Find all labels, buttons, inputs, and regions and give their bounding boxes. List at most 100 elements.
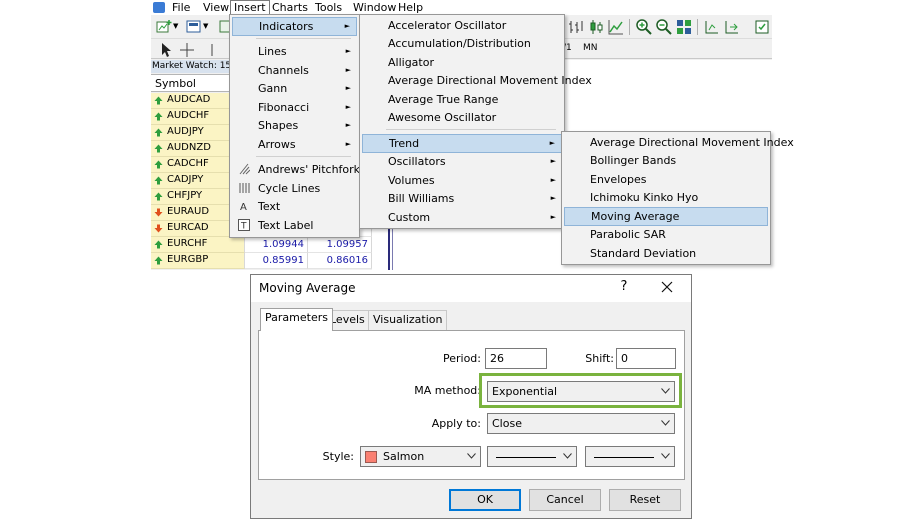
menu-tools[interactable]: Tools [312,0,345,15]
menu-charts[interactable]: Charts [269,0,311,15]
table-row[interactable]: EURGBP 0.85991 0.86016 [151,253,372,269]
menu-item-label: Cycle Lines [258,182,321,195]
indicators-menu-item-average-directional-movement-index[interactable]: Average Directional Movement Index [362,71,592,90]
indicators-menu-item-oscillators[interactable]: Oscillators ► [362,152,562,171]
menu-item-label: Text Label [258,219,314,232]
indicators-submenu: Accelerator Oscillator Accumulation/Distr… [359,14,592,229]
symbol-name: CADJPY [167,174,204,185]
trend-menu-item-moving-average[interactable]: Moving Average [564,207,768,226]
close-icon[interactable] [659,279,675,295]
indicators-menu-item-trend[interactable]: Trend ► [362,134,562,153]
symbol-name: EURCAD [167,222,209,233]
insert-menu-item-text[interactable]: A Text [232,197,357,216]
insert-menu-item-channels[interactable]: Channels ► [232,61,357,80]
tab-parameters[interactable]: Parameters [260,308,333,331]
shift-input[interactable]: 0 [616,348,676,369]
reset-button[interactable]: Reset [609,489,681,511]
insert-menu-item-indicators[interactable]: Indicators ► [232,17,357,36]
menu-separator [386,129,556,130]
menu-item-label: Fibonacci [258,101,310,114]
submenu-arrow-icon: ► [345,47,351,55]
ok-button[interactable]: OK [449,489,521,511]
cursor-icon[interactable] [157,41,175,59]
svg-text:T: T [240,222,247,232]
indicators-menu-item-volumes[interactable]: Volumes ► [362,171,562,190]
insert-menu-item-text-label[interactable]: T Text Label [232,216,357,235]
insert-menu-item-arrows[interactable]: Arrows ► [232,135,357,154]
menu-view[interactable]: View [200,0,232,15]
arrow-down-icon [154,208,163,217]
indicators-menu-item-bill-williams[interactable]: Bill Williams ► [362,189,562,208]
indicators-menu-item-custom[interactable]: Custom ► [362,208,562,227]
line-chart-icon[interactable] [607,18,625,36]
insert-menu-item-andrews-pitchfork[interactable]: Andrews' Pitchfork [232,160,360,179]
insert-menu-item-lines[interactable]: Lines ► [232,42,357,61]
color-swatch [365,451,377,463]
indicators-menu-item-alligator[interactable]: Alligator [362,53,562,72]
app-icon [153,2,165,13]
menu-item-label: Accumulation/Distribution [388,37,531,50]
menu-help[interactable]: Help [395,0,426,15]
style-label: Style: [322,450,354,463]
trend-menu-item-ichimoku-kinko-hyo[interactable]: Ichimoku Kinko Hyo [564,188,768,207]
cancel-button[interactable]: Cancel [529,489,601,511]
style-color-select[interactable]: Salmon [360,446,481,467]
trend-menu-item-envelopes[interactable]: Envelopes [564,170,768,189]
table-row[interactable]: EURCHF 1.09944 1.09957 [151,237,372,253]
new-chart-icon[interactable] [155,18,173,36]
symbol-name: AUDCHF [167,110,210,121]
tile-windows-icon[interactable] [675,18,693,36]
profiles-icon[interactable] [185,18,203,36]
style-color-value: Salmon [383,450,425,463]
insert-menu-item-cycle-lines[interactable]: Cycle Lines [232,179,357,198]
new-chart-dropdown-icon[interactable]: ▼ [173,22,178,30]
menu-item-label: Bill Williams [388,192,455,205]
menu-item-label: Bollinger Bands [590,154,677,167]
crosshair-icon[interactable] [178,41,196,59]
menu-item-label: Ichimoku Kinko Hyo [590,191,699,204]
help-button[interactable]: ? [617,279,631,294]
insert-menu-item-fibonacci[interactable]: Fibonacci ► [232,98,357,117]
indicators-menu-item-accumulation-distribution[interactable]: Accumulation/Distribution [362,34,562,53]
submenu-arrow-icon: ► [550,213,556,221]
profiles-dropdown-icon[interactable]: ▼ [203,22,208,30]
text-label-icon: T [238,219,250,231]
insert-menu-item-gann[interactable]: Gann ► [232,79,357,98]
expert-advisor-icon[interactable] [753,18,771,36]
text-icon: A [240,202,247,212]
menu-item-label: Shapes [258,119,299,132]
zoom-out-icon[interactable] [655,18,673,36]
chart-shift-icon[interactable] [703,18,721,36]
candlestick-icon[interactable] [587,18,605,36]
tab-visualization[interactable]: Visualization [368,310,448,330]
vertical-line-icon[interactable] [203,41,221,59]
dialog-titlebar: Moving Average ? [251,275,691,302]
menu-window[interactable]: Window [350,0,399,15]
menu-insert[interactable]: Insert [230,0,270,15]
arrow-down-icon [154,224,163,233]
line-style-select[interactable] [487,446,577,467]
symbol-name: CADCHF [167,158,209,169]
indicators-menu-item-awesome-oscillator[interactable]: Awesome Oscillator [362,108,562,127]
line-width-select[interactable] [585,446,675,467]
pitchfork-icon [239,163,250,175]
bid-cell: 1.09944 [245,237,308,253]
menu-item-label: Average Directional Movement Index [388,74,592,87]
apply-to-select[interactable]: Close [487,413,675,434]
indicators-menu-item-accelerator-oscillator[interactable]: Accelerator Oscillator [362,16,562,35]
symbol-name: CHFJPY [167,190,203,201]
bar-chart-icon[interactable] [567,18,585,36]
autoscroll-icon[interactable] [723,18,741,36]
insert-menu-item-shapes[interactable]: Shapes ► [232,116,357,135]
column-symbol[interactable]: Symbol [155,77,196,90]
period-input[interactable]: 26 [485,348,547,369]
trend-menu-item-parabolic-sar[interactable]: Parabolic SAR [564,225,768,244]
trend-menu-item-average-directional-movement-index[interactable]: Average Directional Movement Index [564,133,794,152]
indicators-menu-item-average-true-range[interactable]: Average True Range [362,90,562,109]
timeframe-mn[interactable]: MN [583,43,598,53]
trend-menu-item-standard-deviation[interactable]: Standard Deviation [564,244,768,263]
symbol-name: EURAUD [167,206,210,217]
zoom-in-icon[interactable] [635,18,653,36]
trend-menu-item-bollinger-bands[interactable]: Bollinger Bands [564,151,768,170]
menu-file[interactable]: File [169,0,193,15]
